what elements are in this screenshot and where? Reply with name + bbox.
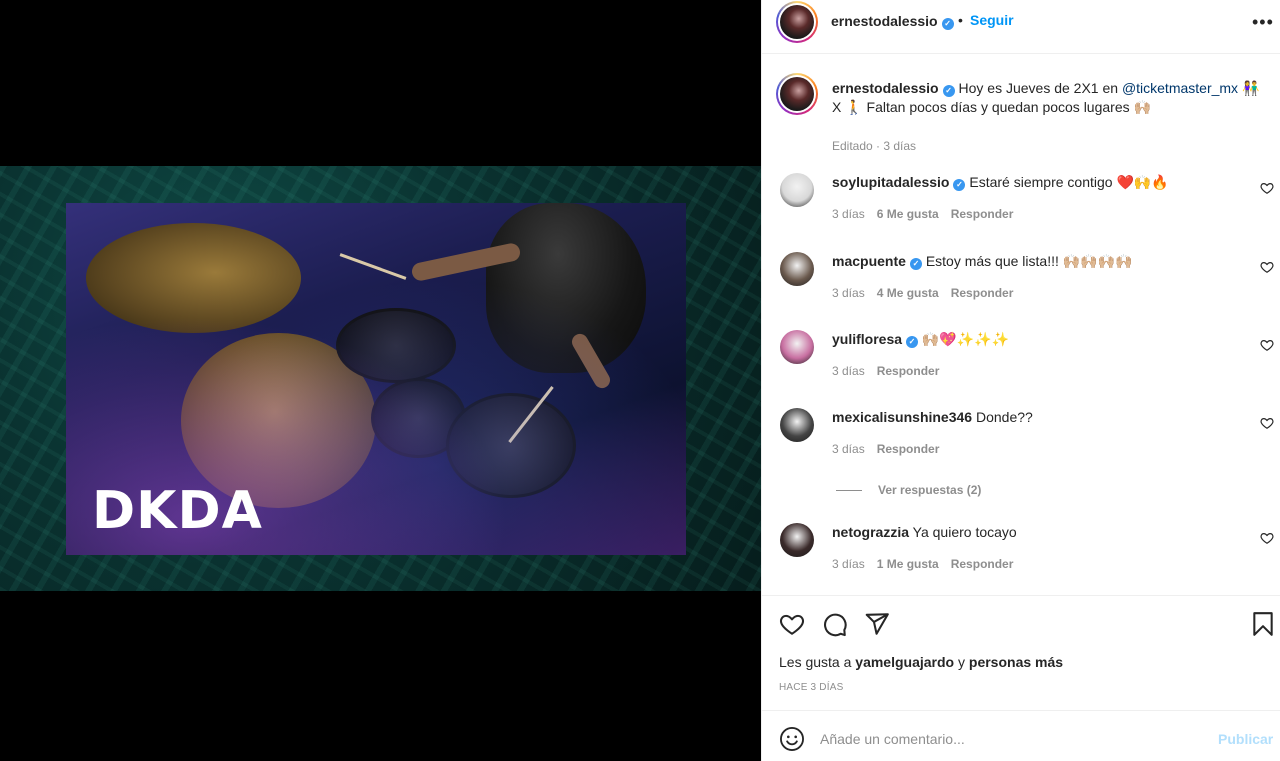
comment-item: macpuente ✓ Estoy más que lista!!! 🙌🏼🙌🏼🙌🏼… xyxy=(776,252,1276,312)
verified-badge-icon: ✓ xyxy=(906,336,919,348)
comment-icon[interactable] xyxy=(822,611,848,637)
comment-username[interactable]: mexicalisunshine346 xyxy=(832,409,972,425)
verified-badge-icon: ✓ xyxy=(941,18,954,30)
comment-username[interactable]: netograzzia xyxy=(832,524,909,540)
heart-icon[interactable] xyxy=(779,611,805,637)
likes-others-link[interactable]: personas más xyxy=(969,654,1063,670)
separator-dot: • xyxy=(958,12,963,28)
comment-meta: 3 días 1 Me gusta Responder xyxy=(832,557,1025,571)
comment-item: mexicalisunshine346 Donde?? 3 días Respond… xyxy=(776,408,1276,468)
drum-shape xyxy=(446,393,576,498)
comment-time: 3 días xyxy=(832,442,865,456)
comment-body: Estaré siempre contigo ❤️🙌🔥 xyxy=(969,174,1169,190)
avatar[interactable] xyxy=(780,330,814,364)
comment-body: 🙌🏼💖✨✨✨ xyxy=(921,331,1010,347)
post-media[interactable]: DKDA xyxy=(0,0,761,761)
post-date: HACE 3 DÍAS xyxy=(779,682,844,693)
comment-input[interactable] xyxy=(820,725,1200,753)
comment-body: Estoy más que lista!!! 🙌🏼🙌🏼🙌🏼🙌🏼 xyxy=(925,253,1133,269)
comment-meta: 3 días Responder xyxy=(832,364,951,378)
avatar[interactable] xyxy=(776,73,818,115)
drummer-figure xyxy=(486,203,646,373)
comment-meta: 3 días 6 Me gusta Responder xyxy=(832,207,1025,221)
avatar[interactable] xyxy=(780,252,814,286)
comment-text: soylupitadalessio ✓ Estaré siempre contig… xyxy=(832,173,1232,191)
reply-button[interactable]: Responder xyxy=(877,364,940,378)
comment-item: yulifloresa ✓ 🙌🏼💖✨✨✨ 3 días Responder xyxy=(776,330,1276,390)
drummer-arm xyxy=(410,241,522,283)
caption-text: ernestodalessio ✓ Hoy es Jueves de 2X1 en… xyxy=(832,79,1272,117)
comment-username[interactable]: soylupitadalessio xyxy=(832,174,949,190)
comment-likes-count[interactable]: 6 Me gusta xyxy=(877,207,939,221)
comment-item: netograzzia Ya quiero tocayo 3 días 1 Me g… xyxy=(776,523,1276,583)
publish-button[interactable]: Publicar xyxy=(1218,731,1273,747)
verified-badge-icon: ✓ xyxy=(909,258,922,270)
share-icon[interactable] xyxy=(864,611,890,637)
caption-body-start: Hoy es Jueves de 2X1 en xyxy=(958,80,1122,96)
reply-button[interactable]: Responder xyxy=(951,557,1014,571)
comment-body: Donde?? xyxy=(975,409,1033,425)
drum-shape xyxy=(336,308,456,383)
more-options-icon[interactable]: ••• xyxy=(1252,12,1274,33)
drummer-arm xyxy=(569,331,613,391)
emoji-icon[interactable] xyxy=(779,726,805,752)
verified-badge-icon: ✓ xyxy=(953,179,966,191)
comment-meta: 3 días 4 Me gusta Responder xyxy=(832,286,1025,300)
author-username-text[interactable]: ernestodalessio xyxy=(831,13,938,29)
comment-meta: 3 días Responder xyxy=(832,442,951,456)
avatar[interactable] xyxy=(776,1,818,43)
likes-prefix: Les gusta a xyxy=(779,654,856,670)
comment-like-heart-icon[interactable] xyxy=(1260,531,1274,545)
follow-button[interactable]: Seguir xyxy=(970,12,1014,28)
mention-link[interactable]: @ticketmaster_mx xyxy=(1122,80,1238,96)
drum-shape xyxy=(371,378,466,458)
likes-connector: y xyxy=(954,654,969,670)
reply-button[interactable]: Responder xyxy=(877,442,940,456)
caption-meta: Editado · 3 días xyxy=(832,139,917,153)
video-player[interactable]: DKDA xyxy=(0,166,761,591)
likes-summary: Les gusta a yamelguajardo y personas más xyxy=(779,654,1063,670)
comment-username[interactable]: yulifloresa xyxy=(832,331,902,347)
comment-text: mexicalisunshine346 Donde?? xyxy=(832,408,1232,426)
likes-user-link[interactable]: yamelguajardo xyxy=(855,654,954,670)
avatar[interactable] xyxy=(780,173,814,207)
reply-button[interactable]: Responder xyxy=(951,207,1014,221)
comment-text: macpuente ✓ Estoy más que lista!!! 🙌🏼🙌🏼🙌🏼… xyxy=(832,252,1232,270)
comment-like-heart-icon[interactable] xyxy=(1260,416,1274,430)
comment-like-heart-icon[interactable] xyxy=(1260,260,1274,274)
video-inner-frame: DKDA xyxy=(66,203,686,555)
comments-list[interactable]: ernestodalessio ✓ Hoy es Jueves de 2X1 en… xyxy=(762,55,1280,595)
comment-text: netograzzia Ya quiero tocayo xyxy=(832,523,1232,541)
post-header: ernestodalessio ✓ • Seguir ••• xyxy=(762,0,1280,54)
comment-body: Ya quiero tocayo xyxy=(912,524,1017,540)
cymbal-shape xyxy=(86,223,301,333)
comment-time: 3 días xyxy=(832,557,865,571)
replies-divider xyxy=(836,490,862,492)
comment-time: 3 días xyxy=(832,286,865,300)
view-replies-label: Ver respuestas (2) xyxy=(878,483,982,497)
bookmark-icon[interactable] xyxy=(1250,611,1276,637)
drumstick xyxy=(339,253,407,280)
comment-item: soylupitadalessio ✓ Estaré siempre contig… xyxy=(776,173,1276,233)
caption-username[interactable]: ernestodalessio xyxy=(832,80,939,96)
comment-text: yulifloresa ✓ 🙌🏼💖✨✨✨ xyxy=(832,330,1232,348)
comment-likes-count[interactable]: 4 Me gusta xyxy=(877,286,939,300)
comment-time: 3 días xyxy=(832,207,865,221)
post-actions: Les gusta a yamelguajardo y personas más… xyxy=(762,595,1280,710)
add-comment-bar: Publicar xyxy=(762,710,1280,761)
comment-username[interactable]: macpuente xyxy=(832,253,906,269)
comment-like-heart-icon[interactable] xyxy=(1260,181,1274,195)
video-overlay-text: DKDA xyxy=(92,481,263,541)
drumstick xyxy=(508,385,554,444)
view-replies-button[interactable]: Ver respuestas (2) xyxy=(836,483,981,497)
verified-badge-icon: ✓ xyxy=(942,85,955,97)
author-username[interactable]: ernestodalessio ✓ xyxy=(831,13,954,30)
avatar[interactable] xyxy=(780,408,814,442)
post-details-panel: ernestodalessio ✓ • Seguir ••• ernestodal… xyxy=(761,0,1280,761)
comment-like-heart-icon[interactable] xyxy=(1260,338,1274,352)
reply-button[interactable]: Responder xyxy=(951,286,1014,300)
comment-likes-count[interactable]: 1 Me gusta xyxy=(877,557,939,571)
comment-time: 3 días xyxy=(832,364,865,378)
avatar[interactable] xyxy=(780,523,814,557)
